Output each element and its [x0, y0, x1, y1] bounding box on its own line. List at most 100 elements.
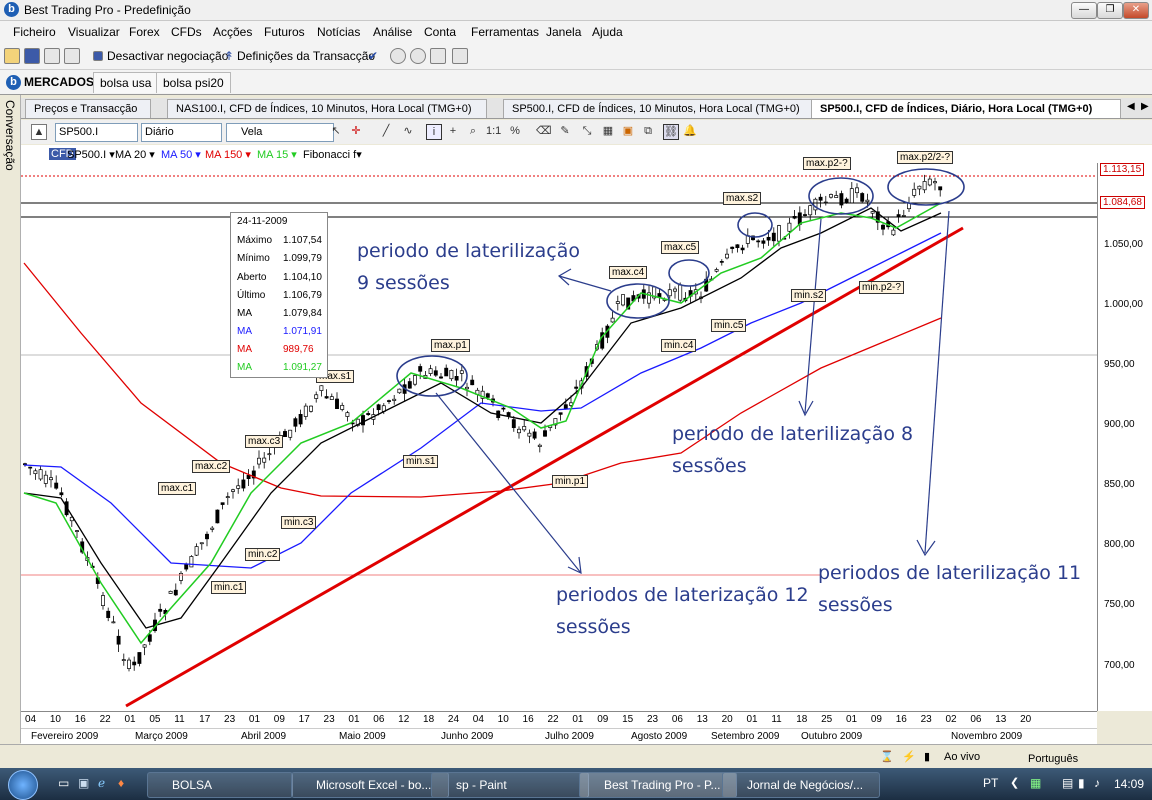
taskbar-best-trading[interactable]: Best Trading Pro - P...	[579, 772, 737, 798]
start-button[interactable]	[8, 770, 38, 800]
template-icon[interactable]: ▦	[601, 124, 615, 138]
candle-body	[59, 492, 64, 496]
price-chart[interactable]: max.c1 max.c2 max.c3 max.s1 max.p1 min.s…	[21, 151, 1097, 711]
print-preview-icon[interactable]	[64, 48, 80, 64]
input-language[interactable]: PT	[983, 776, 998, 790]
tab-bolsa-psi20[interactable]: bolsa psi20	[156, 72, 231, 93]
percent-button[interactable]: %	[508, 124, 522, 138]
annotation-8-sessions: periodo de laterilização 8 sessões	[672, 423, 914, 477]
indicator-ma150[interactable]: MA 150 ▾	[205, 148, 251, 161]
taskbar-jornal[interactable]: Jornal de Negócios/...	[722, 772, 880, 798]
label-max-s2: max.s2	[723, 192, 762, 205]
alert-bell-icon[interactable]: 🔔	[683, 124, 697, 138]
menu-ajuda[interactable]: Ajuda	[592, 25, 623, 39]
check-icon[interactable]: ✔	[368, 49, 378, 63]
menu-cfds[interactable]: CFDs	[171, 25, 202, 39]
tab-scroll-right-icon[interactable]: ▶	[1141, 101, 1149, 112]
wave-tool-icon[interactable]: ∿	[401, 124, 415, 138]
transaction-settings-button[interactable]: Definições da Transacção	[237, 49, 375, 63]
minimize-button[interactable]: —	[1071, 2, 1097, 19]
tab-sp500-10min[interactable]: SP500.I, CFD de Índices, 10 Minutos, Hor…	[503, 99, 813, 118]
tab-bolsa-usa[interactable]: bolsa usa	[93, 72, 159, 93]
maximize-button[interactable]: ❐	[1097, 2, 1123, 19]
forward-icon[interactable]	[410, 48, 426, 64]
indicator-ma20[interactable]: MA 20 ▾	[115, 148, 155, 161]
taskbar-excel[interactable]: Microsoft Excel - bo...	[291, 772, 449, 798]
refresh-icon[interactable]	[452, 48, 468, 64]
menu-analise[interactable]: Análise	[373, 25, 412, 39]
menu-conta[interactable]: Conta	[424, 25, 456, 39]
indicator-symbol[interactable]: SP500.I ▾	[67, 148, 115, 161]
date-axis[interactable]: 04 10 16 22 01 05 11 17 23 01 09 17 23 01 06 12 18 24 04 10…	[21, 711, 1097, 744]
volume-icon[interactable]: ♪	[1094, 776, 1100, 790]
menu-janela[interactable]: Janela	[546, 25, 581, 39]
home-icon[interactable]	[430, 48, 446, 64]
battery-icon[interactable]: ▮	[1078, 776, 1085, 790]
menu-forex[interactable]: Forex	[129, 25, 160, 39]
symbol-input[interactable]: SP500.I	[55, 123, 138, 142]
crosshair-icon[interactable]: ✛	[349, 124, 363, 138]
indicator-ma50[interactable]: MA 50 ▾	[161, 148, 201, 161]
candle-body	[43, 474, 48, 484]
link-icon[interactable]: ⛓	[663, 124, 679, 140]
network-icon[interactable]: ▤	[1062, 776, 1073, 790]
connection-icon: ⚡	[902, 751, 916, 763]
period-select[interactable]: Diário	[141, 123, 222, 142]
layout-icon[interactable]: ▣	[621, 124, 635, 138]
x-day-tick: 10	[497, 714, 509, 725]
tray-expand-icon[interactable]: ❮	[1010, 776, 1019, 789]
price-axis[interactable]: 1.113,15 1.084,68 1.050,00 1.000,00 950,…	[1097, 163, 1152, 711]
chart-style-select[interactable]: Vela	[226, 123, 334, 142]
print-icon[interactable]	[44, 48, 60, 64]
show-desktop-icon[interactable]: ▭	[58, 776, 69, 790]
label-max-c5: max.c5	[661, 241, 700, 254]
ratio-button[interactable]: 1:1	[486, 124, 501, 138]
y-tick: 700,00	[1104, 660, 1135, 671]
x-day-tick: 01	[746, 714, 758, 725]
indicator-fibonacci[interactable]: Fibonacci f▾	[303, 148, 362, 161]
copy-icon[interactable]: ⧉	[641, 124, 655, 138]
app-quick-icon[interactable]: ♦	[118, 776, 124, 790]
eraser-icon[interactable]: ⌫	[536, 124, 552, 138]
menu-noticias[interactable]: Notícias	[317, 25, 360, 39]
open-folder-icon[interactable]	[4, 48, 20, 64]
indicator-ma15[interactable]: MA 15 ▾	[257, 148, 297, 161]
menu-ficheiro[interactable]: Ficheiro	[13, 25, 56, 39]
taskbar-bolsa[interactable]: BOLSA	[147, 772, 293, 798]
add-indicator-icon[interactable]: +	[446, 124, 460, 138]
menu-ferramentas[interactable]: Ferramentas	[471, 25, 539, 39]
x-day-tick: 22	[99, 714, 111, 725]
tray-app-icon[interactable]: ▦	[1030, 776, 1041, 790]
menu-visualizar[interactable]: Visualizar	[68, 25, 120, 39]
close-button[interactable]: ✕	[1123, 2, 1149, 19]
back-icon[interactable]	[390, 48, 406, 64]
info-icon[interactable]: i	[426, 124, 442, 140]
menu-futuros[interactable]: Futuros	[264, 25, 305, 39]
explorer-icon[interactable]: ▣	[78, 776, 89, 790]
save-icon[interactable]	[24, 48, 40, 64]
zoom-icon[interactable]: ⌕	[466, 124, 480, 138]
x-day-tick: 09	[273, 714, 285, 725]
clock[interactable]: 14:09	[1114, 777, 1144, 791]
resize-icon[interactable]: ⤡	[580, 124, 594, 138]
collapse-icon[interactable]: ▲	[31, 124, 47, 140]
tab-sp500-diario[interactable]: SP500.I, CFD de Índices, Diário, Hora Lo…	[811, 99, 1121, 118]
annotation-9-sessions: periodo de laterilização 9 sessões	[357, 240, 581, 294]
taskbar-paint[interactable]: sp - Paint	[431, 772, 589, 798]
x-day-tick: 20	[721, 714, 733, 725]
tab-precos-transaccao[interactable]: Preços e Transacção	[25, 99, 151, 118]
line-tool-icon[interactable]: ╱	[379, 124, 393, 138]
tab-scroll-left-icon[interactable]: ◀	[1127, 101, 1135, 112]
paint-icon[interactable]: ✎	[558, 124, 572, 138]
tooltip-value: 1.091,27	[283, 362, 322, 373]
ie-icon[interactable]: ℯ	[98, 776, 105, 790]
menu-accoes[interactable]: Acções	[213, 25, 252, 39]
cursor-icon[interactable]: ↖	[329, 124, 343, 138]
deactivate-trading-button[interactable]: Desactivar negociação	[107, 49, 228, 63]
deactivate-trading-icon[interactable]	[93, 51, 103, 61]
tab-mercados[interactable]: MERCADOS	[18, 72, 100, 92]
language-status[interactable]: Português	[1028, 753, 1078, 765]
tab-nas100-10min[interactable]: NAS100.I, CFD de Índices, 10 Minutos, Ho…	[167, 99, 487, 118]
side-tab-conversacao[interactable]: Conversação	[3, 100, 17, 171]
candle-body	[361, 415, 365, 426]
